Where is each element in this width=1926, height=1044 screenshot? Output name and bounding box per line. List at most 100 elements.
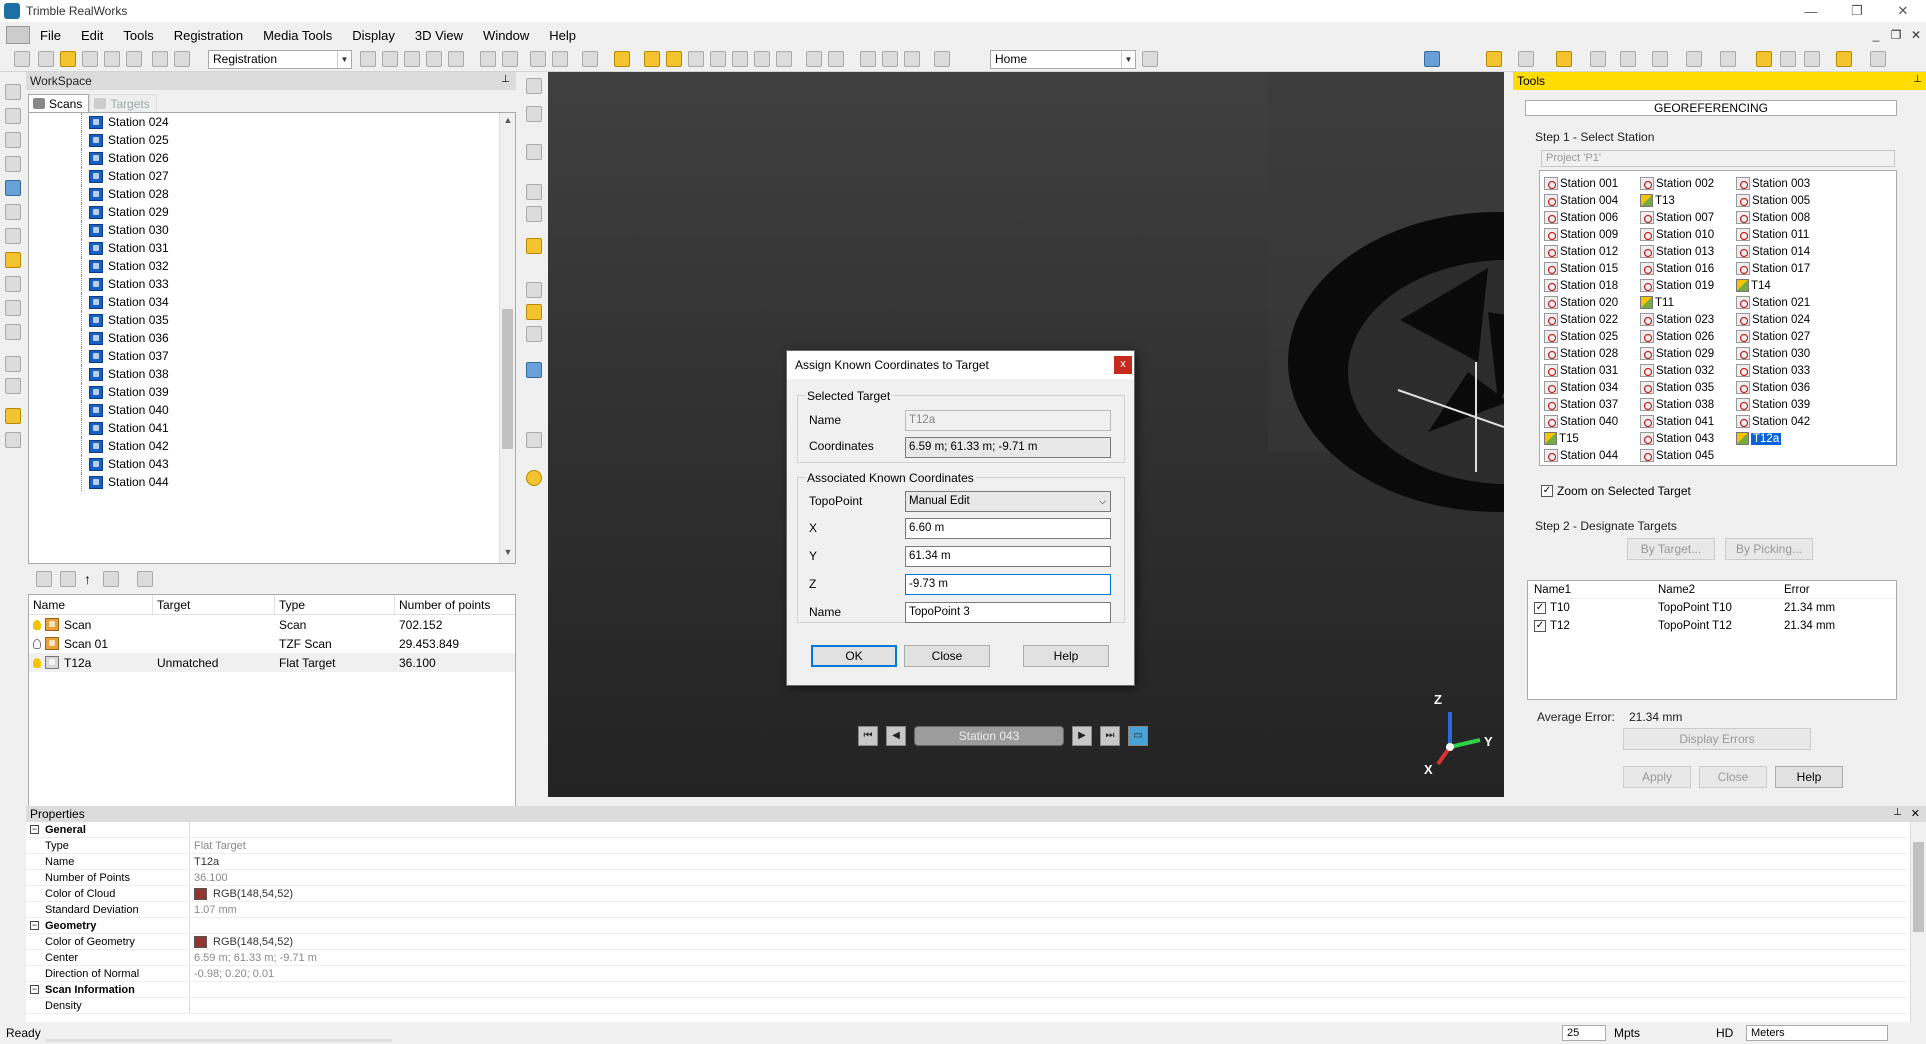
- property-row[interactable]: Number of Points 36.100: [26, 870, 1906, 886]
- export-icon[interactable]: [137, 571, 153, 587]
- tool-icon[interactable]: [526, 184, 542, 200]
- station-item[interactable]: Station 040: [1544, 413, 1618, 430]
- tool-icon[interactable]: [5, 252, 21, 268]
- properties-scrollbar[interactable]: [1910, 822, 1926, 1022]
- toolbar-tool-icon[interactable]: [60, 51, 76, 67]
- checkbox-icon[interactable]: ✓: [1541, 485, 1553, 497]
- station-item[interactable]: Station 014: [1736, 243, 1810, 260]
- station-item[interactable]: Station 034: [1544, 379, 1618, 396]
- col-name1[interactable]: Name1: [1528, 584, 1652, 596]
- app-menu-icon[interactable]: [6, 26, 30, 44]
- toolbar-tool-icon[interactable]: [710, 51, 726, 67]
- col-name2[interactable]: Name2: [1652, 584, 1778, 596]
- station-item[interactable]: Station 026: [1640, 328, 1714, 345]
- toolbar-tool-icon[interactable]: [1720, 51, 1736, 67]
- tool-icon[interactable]: [60, 571, 76, 587]
- tree-item-station[interactable]: Station 030: [81, 221, 515, 239]
- error-row[interactable]: ✓ T12 TopoPoint T12 21.34 mm: [1528, 617, 1896, 635]
- toolbar-tool-icon[interactable]: [426, 51, 442, 67]
- toolbar-tool-icon[interactable]: [732, 51, 748, 67]
- tool-icon[interactable]: [526, 282, 542, 298]
- tree-item-station[interactable]: Station 024: [81, 113, 515, 131]
- last-station-icon[interactable]: ⏭: [1100, 726, 1120, 746]
- tool-icon[interactable]: [5, 324, 21, 340]
- checkbox-icon[interactable]: ✓: [1534, 620, 1546, 632]
- points-budget-input[interactable]: 25: [1562, 1025, 1606, 1041]
- tree-item-station[interactable]: Station 033: [81, 275, 515, 293]
- station-item[interactable]: Station 013: [1640, 243, 1714, 260]
- toolbar-tool-icon[interactable]: [1652, 51, 1668, 67]
- tool-icon[interactable]: [526, 78, 542, 94]
- zoom-icon[interactable]: [5, 378, 21, 394]
- apply-button[interactable]: Apply: [1623, 766, 1691, 788]
- property-row[interactable]: Standard Deviation 1.07 mm: [26, 902, 1906, 918]
- mode-select[interactable]: Registration ▼: [208, 50, 352, 69]
- station-item[interactable]: Station 009: [1544, 226, 1618, 243]
- menu-file[interactable]: File: [30, 28, 71, 43]
- toolbar-tool-icon[interactable]: [776, 51, 792, 67]
- tree-item-station[interactable]: Station 039: [81, 383, 515, 401]
- tree-item-station[interactable]: Station 043: [81, 455, 515, 473]
- tree-item-station[interactable]: Station 025: [81, 131, 515, 149]
- dialog-close-button[interactable]: Close: [904, 645, 990, 667]
- tool-icon[interactable]: [5, 276, 21, 292]
- station-item[interactable]: Station 012: [1544, 243, 1618, 260]
- tool-icon[interactable]: [526, 326, 542, 342]
- color-swatch[interactable]: [194, 887, 207, 900]
- station-item[interactable]: Station 039: [1736, 396, 1810, 413]
- zoom-icon[interactable]: [5, 356, 21, 372]
- station-item[interactable]: Station 030: [1736, 345, 1810, 362]
- toolbar-tool-icon[interactable]: [666, 51, 682, 67]
- visibility-bulb-icon[interactable]: [33, 657, 41, 668]
- print-icon[interactable]: [126, 51, 142, 67]
- tree-item-station[interactable]: Station 035: [81, 311, 515, 329]
- tool-icon[interactable]: [526, 304, 542, 320]
- station-item[interactable]: Station 032: [1640, 362, 1714, 379]
- pin-icon[interactable]: ⊥: [501, 74, 510, 85]
- toolbar-tool-icon[interactable]: [1780, 51, 1796, 67]
- undo-icon[interactable]: [152, 51, 168, 67]
- list-row[interactable]: Scan 01 TZF Scan 29.453.849: [29, 634, 515, 653]
- toolbar-tool-icon[interactable]: [552, 51, 568, 67]
- up-arrow-icon[interactable]: ↑: [84, 571, 91, 587]
- tree-item-station[interactable]: Station 028: [81, 185, 515, 203]
- toolbar-tool-icon[interactable]: [360, 51, 376, 67]
- minimize-icon[interactable]: —: [1788, 0, 1834, 22]
- toolbar-tool-icon[interactable]: [404, 51, 420, 67]
- station-item[interactable]: Station 011: [1736, 226, 1809, 243]
- dialog-close-icon[interactable]: x: [1114, 356, 1132, 374]
- redo-icon[interactable]: [174, 51, 190, 67]
- station-item[interactable]: Station 029: [1640, 345, 1714, 362]
- tool-icon[interactable]: [5, 204, 21, 220]
- topopoint-select[interactable]: Manual Edit ⌵: [905, 491, 1111, 512]
- tool-icon[interactable]: [526, 106, 542, 122]
- toolbar-tool-icon[interactable]: [14, 51, 30, 67]
- toolbar-tool-icon[interactable]: [1556, 51, 1572, 67]
- property-row[interactable]: Density: [26, 998, 1906, 1014]
- toolbar-tool-icon[interactable]: [448, 51, 464, 67]
- property-group[interactable]: − Geometry: [26, 918, 1906, 934]
- station-item[interactable]: Station 045: [1640, 447, 1714, 464]
- col-target[interactable]: Target: [153, 595, 275, 614]
- pin-icon[interactable]: ⊥: [1913, 74, 1922, 85]
- x-input[interactable]: 6.60 m: [905, 518, 1111, 539]
- tree-item-station[interactable]: Station 038: [81, 365, 515, 383]
- station-item[interactable]: Station 027: [1736, 328, 1810, 345]
- tool-icon[interactable]: [5, 132, 21, 148]
- tool-icon[interactable]: [5, 432, 21, 448]
- toolbar-tool-icon[interactable]: [934, 51, 950, 67]
- display-errors-button[interactable]: Display Errors: [1623, 728, 1811, 750]
- menu-edit[interactable]: Edit: [71, 28, 113, 43]
- menu-help[interactable]: Help: [539, 28, 586, 43]
- menu-media-tools[interactable]: Media Tools: [253, 28, 342, 43]
- property-group[interactable]: − General: [26, 822, 1906, 838]
- station-item[interactable]: Station 031: [1544, 362, 1618, 379]
- station-item[interactable]: Station 025: [1544, 328, 1618, 345]
- station-item[interactable]: Station 007: [1640, 209, 1714, 226]
- toolbar-tool-icon[interactable]: [1804, 51, 1820, 67]
- tool-icon[interactable]: [5, 228, 21, 244]
- tool-icon[interactable]: [526, 144, 542, 160]
- tool-icon[interactable]: [526, 470, 542, 486]
- toolbar-tool-icon[interactable]: [688, 51, 704, 67]
- collapse-icon[interactable]: −: [30, 921, 39, 930]
